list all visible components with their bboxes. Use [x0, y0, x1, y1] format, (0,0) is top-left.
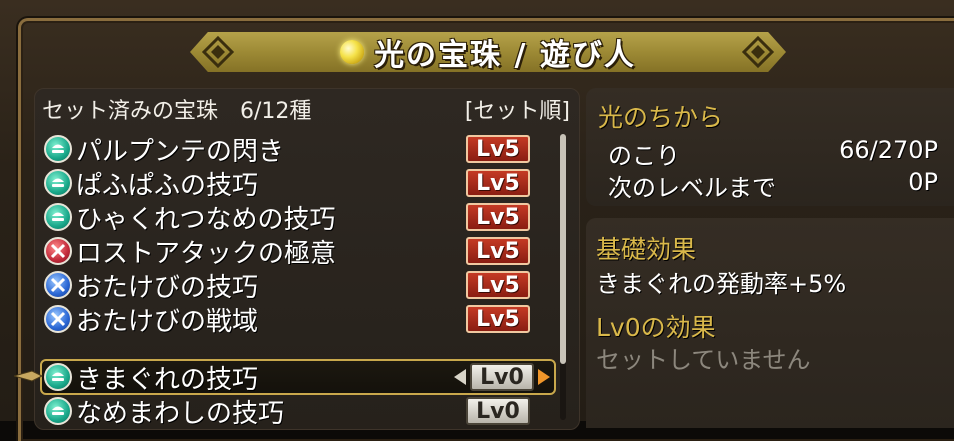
list-item[interactable]: ひゃくれつなめの技巧 Lv5 [42, 200, 554, 235]
list-item[interactable]: ロストアタックの極意 Lv5 [42, 234, 554, 269]
list-item[interactable]: なめまわしの技巧 Lv0 [42, 394, 554, 429]
orb-name: おたけびの技巧 [76, 272, 259, 303]
next-level-value: 0P [908, 168, 938, 196]
sort-order-button[interactable]: [セット順] [465, 93, 570, 125]
base-effect-title: 基礎効果 [596, 235, 697, 264]
green-gem-icon [44, 363, 72, 391]
orb-name: なめまわしの技巧 [76, 398, 285, 429]
level-badge: Lv5 [466, 305, 530, 333]
level-effect-title: Lv0の効果 [596, 313, 716, 342]
orb-name: ロストアタックの極意 [76, 238, 337, 269]
orb-name: きまぐれの技巧 [76, 364, 259, 395]
level-badge: Lv5 [466, 271, 530, 299]
list-item[interactable]: おたけびの戦域 Lv5 [42, 302, 554, 337]
level-increase-icon[interactable] [538, 369, 550, 385]
list-item-selected[interactable]: きまぐれの技巧 Lv0 [40, 359, 556, 395]
remaining-label: のこり [608, 142, 680, 170]
blue-gem-icon [44, 305, 72, 333]
scrollbar[interactable] [560, 134, 566, 420]
green-gem-icon [44, 135, 72, 163]
list-item[interactable]: パルプンテの閃き Lv5 [42, 132, 554, 167]
level-badge: Lv5 [466, 203, 530, 231]
base-effect-text: きまぐれの発動率+5% [596, 270, 847, 298]
ornament-left-icon [201, 35, 235, 69]
level-decrease-icon[interactable] [454, 369, 466, 385]
level-badge: Lv5 [466, 135, 530, 163]
red-gem-icon [44, 237, 72, 265]
title-banner: 光の宝珠 / 遊び人 [190, 32, 786, 72]
scroll-thumb[interactable] [560, 134, 566, 364]
power-title: 光のちから [598, 103, 724, 132]
blue-gem-icon [44, 271, 72, 299]
green-gem-icon [44, 169, 72, 197]
level-effect-text: セットしていません [596, 346, 811, 374]
orb-name: パルプンテの閃き [76, 136, 285, 167]
orb-name: ぱふぱふの技巧 [76, 170, 259, 201]
list-item[interactable]: おたけびの技巧 Lv5 [42, 268, 554, 303]
list-header: セット済みの宝珠 6/12種 [セット順] [42, 94, 570, 124]
orb-name: ひゃくれつなめの技巧 [76, 204, 336, 235]
level-badge: Lv5 [466, 237, 530, 265]
next-level-label: 次のレベルまで [608, 174, 776, 202]
page-title: 光の宝珠 / 遊び人 [374, 38, 636, 73]
list-item[interactable]: ぱふぱふの技巧 Lv5 [42, 166, 554, 201]
level-badge: Lv0 [470, 363, 534, 391]
ornament-right-icon [741, 35, 775, 69]
level-badge: Lv5 [466, 169, 530, 197]
set-count-label: セット済みの宝珠 6/12種 [42, 99, 312, 124]
remaining-value: 66/270P [839, 136, 938, 164]
light-orb-icon [340, 40, 365, 64]
pointer-hand-icon [14, 370, 44, 382]
green-gem-icon [44, 203, 72, 231]
orb-name: おたけびの戦域 [76, 306, 259, 337]
